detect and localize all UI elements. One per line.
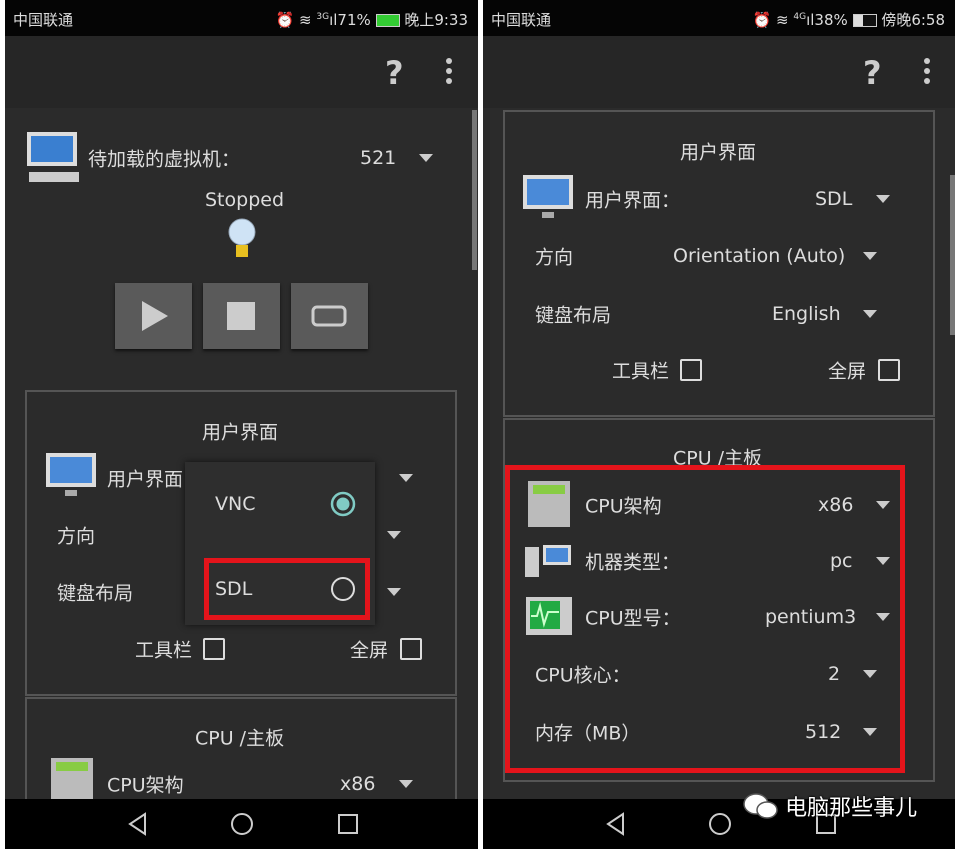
help-button[interactable]: ? [863, 54, 882, 92]
home-icon[interactable] [707, 811, 733, 837]
more-vert-icon[interactable] [924, 58, 930, 88]
dropdown-arrow-icon[interactable] [387, 588, 401, 596]
scrollbar[interactable] [472, 110, 477, 270]
dropdown-arrow-icon[interactable] [387, 531, 401, 539]
wifi-icon: ≋ [776, 11, 789, 29]
home-icon[interactable] [229, 811, 255, 837]
fullscreen-checkbox[interactable] [878, 359, 900, 381]
section-title: CPU /主板 [195, 727, 285, 750]
play-button[interactable] [115, 283, 192, 349]
dropdown-arrow-icon[interactable] [863, 252, 877, 260]
display-icon [46, 453, 96, 496]
fullscreen-label: 全屏 [828, 360, 867, 383]
status-bar: 中国联通 ⏰ ≋ 4Gıl38% 傍晚6:58 [483, 0, 955, 36]
back-icon[interactable] [125, 811, 151, 837]
battery-icon [375, 14, 400, 27]
toolbar-label: 工具栏 [612, 360, 670, 383]
scrollbar[interactable] [950, 175, 955, 335]
status-bar: 中国联通 ⏰ ≋ 3Gıl71% 晚上9:33 [5, 0, 478, 36]
back-icon[interactable] [603, 811, 629, 837]
battery-level: 71% [337, 11, 371, 29]
wechat-icon [743, 793, 778, 819]
watermark: 电脑那些事儿 [742, 790, 917, 822]
highlight-box [505, 465, 905, 773]
option-vnc[interactable]: VNC [215, 493, 255, 515]
app-toolbar: ? [5, 36, 478, 108]
keyboard-label: 键盘布局 [57, 582, 134, 605]
carrier: 中国联通 [13, 11, 74, 29]
monitor-icon [27, 132, 79, 182]
cpu-arch-value[interactable]: x86 [340, 773, 375, 795]
wifi-icon: ≋ [299, 11, 312, 29]
help-button[interactable]: ? [385, 54, 404, 92]
nav-bar [5, 799, 478, 849]
left-phone: 中国联通 ⏰ ≋ 3Gıl71% 晚上9:33 ? 待加载的虚拟机： 521 S… [5, 0, 478, 849]
keyboard-label: 键盘布局 [535, 304, 612, 327]
battery-level: 38% [814, 11, 848, 29]
carrier: 中国联通 [491, 11, 552, 29]
orientation-label: 方向 [57, 525, 96, 548]
orientation-label: 方向 [535, 246, 574, 269]
lightbulb-icon [228, 218, 256, 257]
clock: 晚上9:33 [404, 11, 468, 29]
calculator-icon [51, 758, 93, 800]
dropdown-arrow-icon[interactable] [876, 195, 890, 203]
radio-selected-icon[interactable] [329, 490, 357, 518]
display-icon [523, 175, 573, 218]
right-phone: 中国联通 ⏰ ≋ 4Gıl38% 傍晚6:58 ? 用户界面 用户界面： SDL… [483, 0, 955, 849]
vm-select[interactable]: 521 [360, 147, 396, 169]
vm-state: Stopped [205, 189, 285, 211]
fullscreen-label: 全屏 [350, 639, 389, 662]
section-title: 用户界面 [680, 141, 757, 164]
highlight-box [204, 558, 370, 620]
ui-label: 用户界面： [585, 189, 681, 212]
toolbar-checkbox[interactable] [680, 359, 702, 381]
clock: 傍晚6:58 [881, 11, 945, 29]
restart-button[interactable] [291, 283, 368, 349]
keyboard-value[interactable]: English [772, 303, 841, 325]
dropdown-arrow-icon[interactable] [419, 154, 433, 162]
toolbar-checkbox[interactable] [203, 638, 225, 660]
signal-type: 3G [316, 12, 330, 22]
orientation-value[interactable]: Orientation (Auto) [673, 245, 845, 267]
vm-label: 待加载的虚拟机： [88, 148, 241, 171]
signal-type: 4G [793, 12, 807, 22]
dropdown-arrow-icon[interactable] [399, 474, 413, 482]
restart-icon [311, 305, 347, 327]
dropdown-arrow-icon[interactable] [399, 780, 413, 788]
watermark-text: 电脑那些事儿 [785, 796, 918, 821]
play-icon [142, 301, 168, 331]
battery-icon [852, 14, 877, 27]
ui-value[interactable]: SDL [815, 188, 852, 210]
alarm-icon: ⏰ [275, 11, 295, 29]
stop-button[interactable] [203, 283, 280, 349]
cpu-arch-label: CPU架构 [107, 774, 184, 797]
app-toolbar: ? [483, 36, 955, 108]
section-title: 用户界面 [202, 421, 279, 444]
toolbar-label: 工具栏 [135, 639, 193, 662]
more-vert-icon[interactable] [446, 58, 452, 88]
alarm-icon: ⏰ [752, 11, 772, 29]
fullscreen-checkbox[interactable] [400, 638, 422, 660]
recents-icon[interactable] [335, 811, 361, 837]
dropdown-arrow-icon[interactable] [863, 310, 877, 318]
stop-icon [227, 302, 255, 330]
